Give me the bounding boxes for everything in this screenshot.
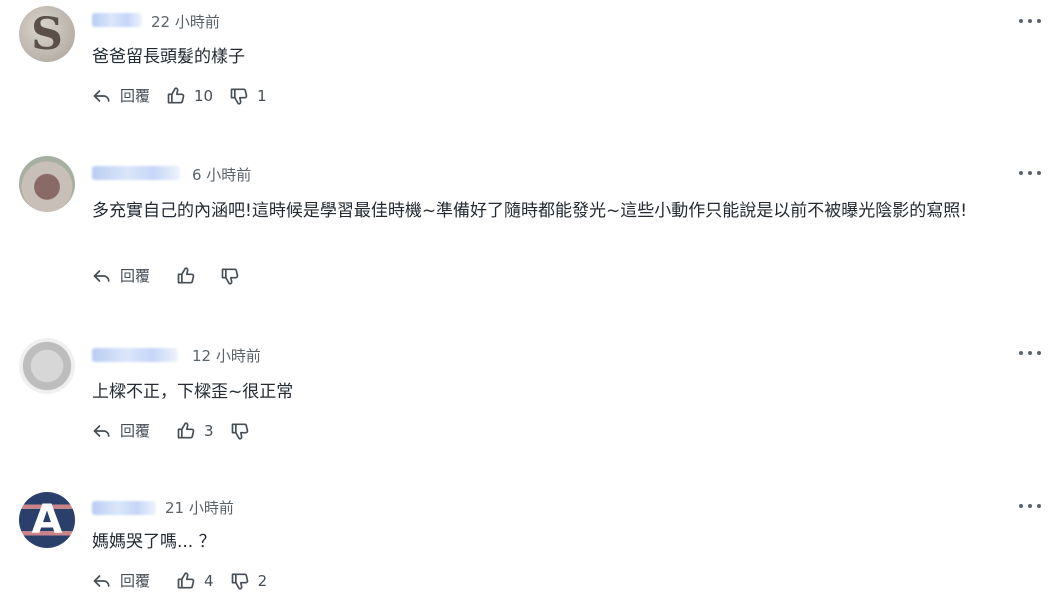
dislike-button[interactable] xyxy=(220,266,248,286)
thumbs-up-icon xyxy=(177,421,195,438)
more-options-icon[interactable] xyxy=(1019,163,1041,183)
avatar[interactable] xyxy=(19,156,75,212)
dislike-button[interactable]: 2 xyxy=(230,571,268,591)
avatar[interactable] xyxy=(19,338,75,394)
comment-text: 多充實自己的內涵吧!這時候是學習最佳時機~準備好了隨時都能發光~這些小動作只能說… xyxy=(92,201,968,221)
dislike-button[interactable] xyxy=(230,421,258,441)
dislike-count: 1 xyxy=(257,86,267,105)
avatar-letter: A xyxy=(31,497,63,543)
avatar[interactable]: S xyxy=(19,6,75,62)
username-blurred[interactable] xyxy=(92,348,178,362)
dislike-count: 2 xyxy=(257,571,268,590)
comment-item: 12 小時前 上樑不正，下樑歪~很正常 回覆 3 xyxy=(0,332,1059,467)
avatar-letter: S xyxy=(31,8,63,60)
reply-button[interactable]: 回覆 xyxy=(92,265,150,286)
like-button[interactable]: 3 xyxy=(176,421,214,441)
reply-label: 回覆 xyxy=(120,87,151,105)
username-blurred[interactable] xyxy=(92,13,142,27)
comment-actions: 回覆 10 1 xyxy=(92,85,283,106)
more-options-icon[interactable] xyxy=(1019,343,1041,363)
reply-button[interactable]: 回覆 xyxy=(92,420,150,441)
username-blurred[interactable] xyxy=(92,501,156,515)
reply-label: 回覆 xyxy=(120,572,151,590)
comment-item: 6 小時前 多充實自己的內涵吧!這時候是學習最佳時機~準備好了隨時都能發光~這些… xyxy=(0,150,1059,310)
like-button[interactable]: 10 xyxy=(166,86,213,106)
thumbs-down-icon xyxy=(221,268,239,285)
reply-icon xyxy=(93,424,110,437)
thumbs-down-icon xyxy=(230,88,248,105)
avatar[interactable]: A xyxy=(19,492,75,548)
reply-label: 回覆 xyxy=(120,267,151,285)
username-blurred[interactable] xyxy=(92,166,180,180)
comment-text: 上樑不正，下樑歪~很正常 xyxy=(92,382,294,402)
thumbs-up-icon xyxy=(177,266,195,283)
comment-actions: 回覆 xyxy=(92,265,264,286)
more-options-icon[interactable] xyxy=(1019,496,1041,516)
comment-item: S 22 小時前 爸爸留長頭髮的樣子 回覆 10 1 xyxy=(0,0,1059,130)
thumbs-up-icon xyxy=(167,86,185,103)
more-options-icon[interactable] xyxy=(1019,11,1041,31)
timestamp: 22 小時前 xyxy=(151,13,220,31)
reply-icon xyxy=(93,574,110,587)
reply-button[interactable]: 回覆 xyxy=(92,570,150,591)
reply-icon xyxy=(93,89,110,102)
comment-actions: 回覆 3 xyxy=(92,420,274,441)
like-button[interactable] xyxy=(176,266,204,286)
timestamp: 21 小時前 xyxy=(165,499,234,517)
thumbs-up-icon xyxy=(177,571,195,588)
timestamp: 12 小時前 xyxy=(192,347,261,365)
like-count: 4 xyxy=(204,571,214,590)
like-count: 10 xyxy=(194,86,214,105)
dislike-button[interactable]: 1 xyxy=(229,86,267,106)
comment-text: 爸爸留長頭髮的樣子 xyxy=(92,47,245,67)
comment-item: A 21 小時前 媽媽哭了嗎... ？ 回覆 4 2 xyxy=(0,486,1059,592)
thumbs-down-icon xyxy=(231,423,248,440)
comment-text: 媽媽哭了嗎... ？ xyxy=(92,532,216,552)
comment-actions: 回覆 4 2 xyxy=(92,570,283,591)
like-button[interactable]: 4 xyxy=(176,571,214,591)
reply-icon xyxy=(93,269,110,282)
reply-button[interactable]: 回覆 xyxy=(92,85,150,106)
thumbs-down-icon xyxy=(231,573,248,590)
like-count: 3 xyxy=(204,421,214,440)
reply-label: 回覆 xyxy=(120,422,151,440)
timestamp: 6 小時前 xyxy=(192,166,252,184)
